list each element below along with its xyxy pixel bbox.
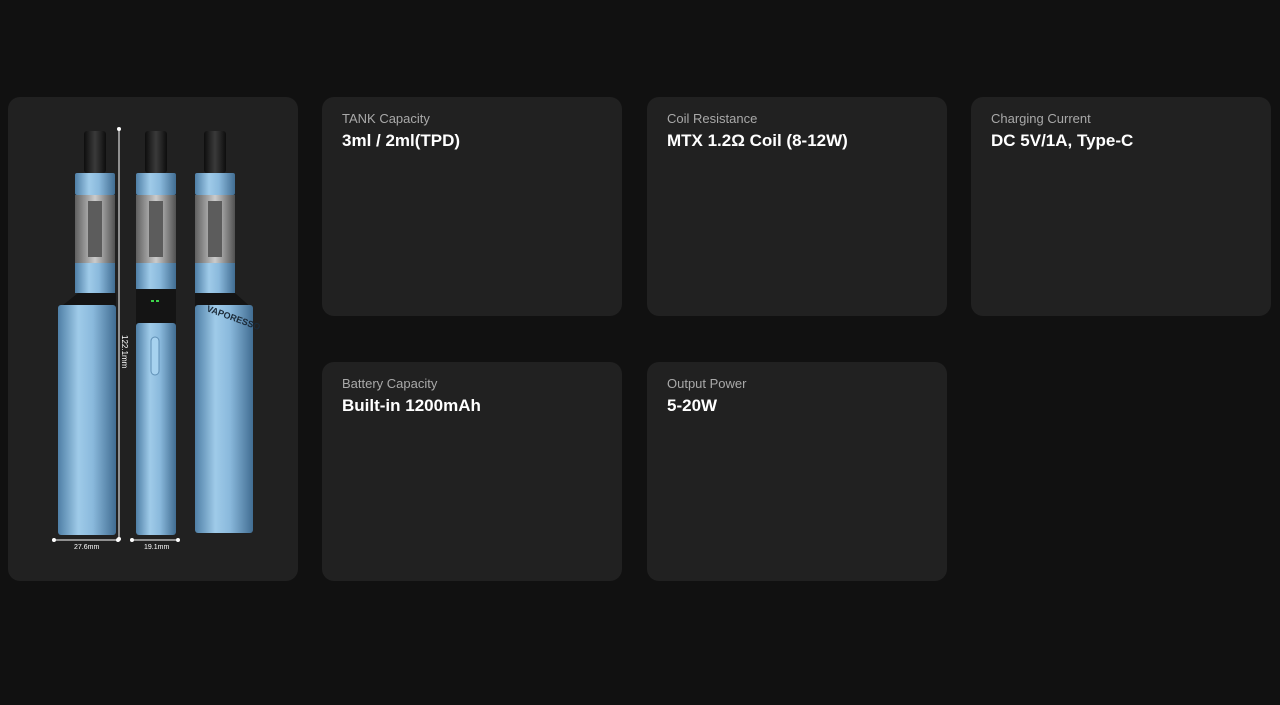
spec-label: Coil Resistance <box>667 111 758 126</box>
spec-card-coil-resistance: Coil Resistance MTX 1.2Ω Coil (8-12W) <box>647 97 947 316</box>
product-image-card: VAPORESSO 122.1mm 27.6mm 19.1mm <box>8 97 298 581</box>
spec-label: TANK Capacity <box>342 111 430 126</box>
spec-label: Output Power <box>667 376 747 391</box>
spec-label: Battery Capacity <box>342 376 438 391</box>
spec-value: MTX 1.2Ω Coil (8-12W) <box>667 131 848 150</box>
device-back-view: VAPORESSO <box>195 131 262 533</box>
width-dimension-label-2: 19.1mm <box>144 544 169 551</box>
spec-card-charging-current: Charging Current DC 5V/1A, Type-C <box>971 97 1271 316</box>
product-specs-page: VAPORESSO 122.1mm 27.6mm 19.1mm TANK Cap… <box>0 0 1280 705</box>
width-dimension-label-1: 27.6mm <box>74 544 99 551</box>
spec-card-tank-capacity: TANK Capacity 3ml / 2ml(TPD) <box>322 97 622 316</box>
device-side-view <box>58 131 116 535</box>
height-dimension-label: 122.1mm <box>120 335 129 369</box>
product-image: VAPORESSO 122.1mm 27.6mm 19.1mm <box>52 127 262 551</box>
spec-value: DC 5V/1A, Type-C <box>991 131 1134 150</box>
device-front-view <box>136 131 176 535</box>
spec-card-output-power: Output Power 5-20W <box>647 362 947 581</box>
spec-card-battery-capacity: Battery Capacity Built-in 1200mAh <box>322 362 622 581</box>
spec-value: 3ml / 2ml(TPD) <box>342 131 461 150</box>
spec-value: Built-in 1200mAh <box>342 396 481 415</box>
spec-value: 5-20W <box>667 396 718 415</box>
spec-label: Charging Current <box>991 111 1091 126</box>
